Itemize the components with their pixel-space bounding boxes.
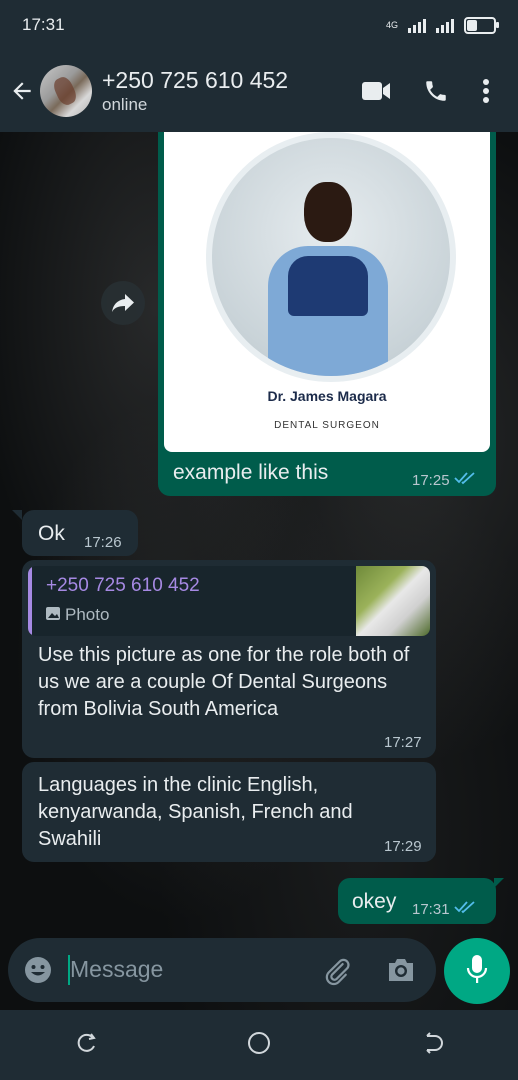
message-time: 17:27	[384, 734, 422, 751]
okey-message[interactable]: okey 17:31	[338, 878, 496, 924]
photo-icon	[46, 605, 60, 625]
message-time: 17:25	[412, 471, 450, 489]
message-text: okey	[352, 890, 397, 913]
image-caption: example like this	[173, 461, 329, 484]
system-nav-bar	[0, 1010, 518, 1080]
read-ticks-icon	[453, 900, 476, 918]
signal-icon	[408, 17, 426, 33]
message-text: Ok	[38, 522, 65, 545]
bubble-tail	[12, 510, 22, 520]
camera-icon[interactable]	[386, 956, 416, 989]
mic-icon	[466, 954, 488, 989]
image-card-title: DENTAL SURGEON	[274, 420, 380, 431]
back-arrow-icon[interactable]	[2, 78, 42, 104]
reply-message[interactable]: +250 725 610 452 Photo Use this picture …	[22, 560, 436, 758]
message-meta: 17:25	[412, 471, 476, 489]
message-text: Use this picture as one for the role bot…	[38, 644, 410, 720]
contact-info[interactable]: +250 725 610 452 online	[102, 66, 346, 116]
forward-icon[interactable]	[101, 281, 145, 325]
image-message[interactable]: Dr. James Magara DENTAL SURGEON example …	[158, 118, 496, 496]
quote-accent-bar	[28, 566, 32, 636]
message-input[interactable]: Message	[70, 956, 163, 983]
image-card-name: Dr. James Magara	[267, 388, 387, 404]
quote-thumbnail	[356, 566, 430, 636]
emoji-icon[interactable]	[24, 956, 52, 989]
message-time: 17:31	[412, 900, 450, 918]
bubble-tail	[494, 878, 504, 888]
home-icon[interactable]	[247, 1031, 271, 1060]
message-meta: 17:31	[412, 900, 476, 918]
message-time: 17:29	[384, 838, 422, 855]
chat-header: +250 725 610 452 online	[0, 50, 518, 132]
status-time: 17:31	[22, 15, 65, 34]
quoted-message[interactable]: +250 725 610 452 Photo	[28, 566, 430, 636]
shared-image[interactable]: Dr. James Magara DENTAL SURGEON	[164, 124, 490, 452]
message-text: Languages in the clinic English, kenyarw…	[38, 774, 353, 850]
signal-icon-secondary	[436, 17, 454, 33]
message-time: 17:26	[84, 534, 122, 551]
video-call-icon[interactable]	[346, 66, 406, 116]
battery-level	[467, 19, 477, 31]
voice-call-icon[interactable]	[406, 66, 466, 116]
read-ticks-icon	[453, 471, 476, 489]
network-type: 4G	[385, 20, 398, 30]
contact-name: +250 725 610 452	[102, 67, 289, 93]
quote-type: Photo	[46, 605, 109, 625]
battery-icon	[464, 16, 499, 34]
status-bar: 17:31 4G	[0, 0, 518, 50]
avatar[interactable]	[40, 65, 92, 117]
attach-icon[interactable]	[322, 956, 352, 991]
recent-apps-icon[interactable]	[75, 1032, 97, 1059]
doctor-photo	[206, 132, 456, 382]
back-nav-icon[interactable]	[421, 1031, 443, 1059]
status-icons: 4G	[385, 16, 499, 34]
mic-button[interactable]	[444, 938, 510, 1004]
quote-type-label: Photo	[65, 605, 110, 624]
ok-message[interactable]: Ok 17:26	[22, 510, 138, 556]
contact-status: online	[102, 95, 148, 114]
more-options-icon[interactable]	[466, 66, 506, 116]
message-composer[interactable]: Message	[8, 938, 436, 1002]
quote-sender: +250 725 610 452	[46, 575, 200, 596]
languages-message[interactable]: Languages in the clinic English, kenyarw…	[22, 762, 436, 862]
